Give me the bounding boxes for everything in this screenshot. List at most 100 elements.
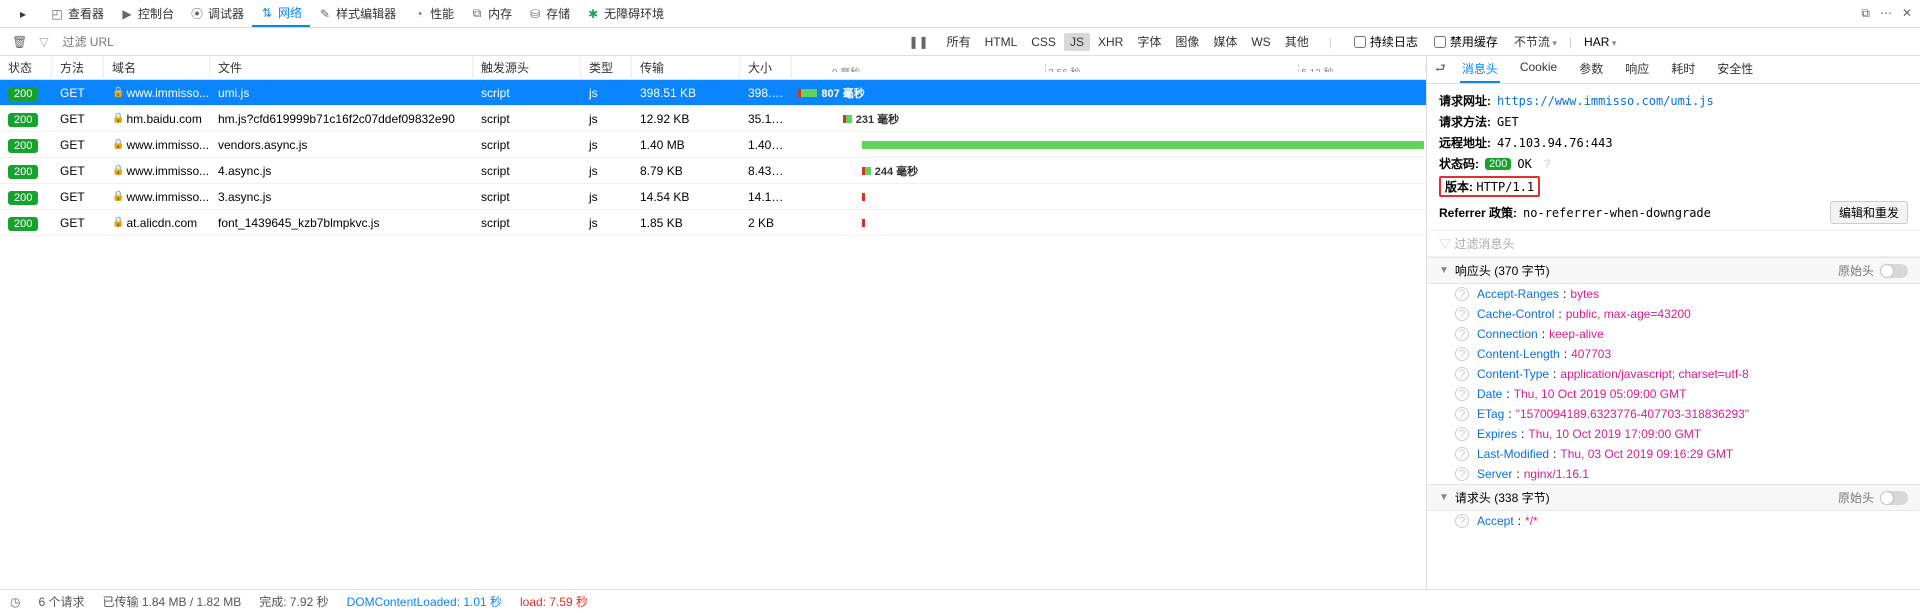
col-domain[interactable]: 域名 xyxy=(104,56,210,80)
detail-tab-消息头[interactable]: 消息头 xyxy=(1460,56,1500,83)
request-url-value: https://www.immisso.com/umi.js xyxy=(1497,94,1714,108)
help-icon[interactable]: ? xyxy=(1455,347,1469,361)
toolbar-split-icon[interactable]: ▸ xyxy=(8,3,38,25)
table-row[interactable]: 200GET🔒hm.baidu.comhm.js?cfd619999b71c16… xyxy=(0,106,1426,132)
tab-memory[interactable]: ⧉内存 xyxy=(462,0,520,27)
help-icon[interactable]: ? xyxy=(1455,287,1469,301)
filter-type-媒体[interactable]: 媒体 xyxy=(1207,31,1243,52)
filter-type-图像[interactable]: 图像 xyxy=(1169,31,1205,52)
table-header-row: 状态 方法 域名 文件 触发源头 类型 传输 大小 0 毫秒 2.56 秒 5.… xyxy=(0,56,1426,80)
persist-logs-checkbox[interactable]: 持续日志 xyxy=(1354,33,1418,50)
detail-tab-安全性[interactable]: 安全性 xyxy=(1715,56,1755,83)
help-icon[interactable]: ? xyxy=(1455,327,1469,341)
status-dcl: DOMContentLoaded: 1.01 秒 xyxy=(347,593,502,610)
style-icon: ✎ xyxy=(318,7,332,21)
col-method[interactable]: 方法 xyxy=(52,56,104,80)
col-status[interactable]: 状态 xyxy=(0,56,52,80)
request-header-item: ?Accept: */* xyxy=(1427,511,1920,531)
col-type[interactable]: 类型 xyxy=(581,56,632,80)
status-finish: 完成: 7.92 秒 xyxy=(259,593,328,610)
help-icon[interactable]: ? xyxy=(1455,514,1469,528)
close-icon[interactable]: ✕ xyxy=(1902,6,1912,21)
col-transfer[interactable]: 传输 xyxy=(632,56,740,80)
debugger-icon: ⦿ xyxy=(190,7,204,21)
clear-icon[interactable]: 🗑 xyxy=(8,33,31,51)
network-filter-bar: 🗑 ▽ ❚❚ 所有HTMLCSSJSXHR字体图像媒体WS其他 | 持续日志 禁… xyxy=(0,28,1920,56)
help-icon[interactable]: ? xyxy=(1455,387,1469,401)
tab-storage[interactable]: ⛁存储 xyxy=(520,0,578,27)
response-header-item: ?Expires: Thu, 10 Oct 2019 17:09:00 GMT xyxy=(1427,424,1920,444)
table-row[interactable]: 200GET🔒www.immisso...3.async.jsscriptjs1… xyxy=(0,184,1426,210)
filter-type-XHR[interactable]: XHR xyxy=(1092,33,1129,51)
detail-tab-参数[interactable]: 参数 xyxy=(1577,56,1605,83)
lock-icon: 🔒 xyxy=(112,165,124,176)
col-file[interactable]: 文件 xyxy=(210,56,473,80)
filter-types: 所有HTMLCSSJSXHR字体图像媒体WS其他 xyxy=(941,31,1315,52)
help-icon[interactable]: ? xyxy=(1455,447,1469,461)
remote-address-row: 远程地址:47.103.94.76:443 xyxy=(1427,132,1920,153)
table-row[interactable]: 200GET🔒at.alicdn.comfont_1439645_kzb7blm… xyxy=(0,210,1426,236)
raw-header-label-2: 原始头 xyxy=(1838,489,1874,506)
response-headers-section[interactable]: ▼响应头 (370 字节)原始头 xyxy=(1427,257,1920,284)
filter-type-所有[interactable]: 所有 xyxy=(941,31,977,52)
filter-type-字体[interactable]: 字体 xyxy=(1131,31,1167,52)
more-icon[interactable]: ⋯ xyxy=(1880,6,1892,21)
back-icon[interactable]: ⮐ xyxy=(1435,59,1446,80)
status-text: OK xyxy=(1517,157,1531,171)
raw-toggle-switch-2[interactable] xyxy=(1880,491,1908,505)
response-header-item: ?ETag: "1570094189.6323776-407703-318836… xyxy=(1427,404,1920,424)
remote-address-value: 47.103.94.76:443 xyxy=(1497,136,1613,150)
request-headers-section[interactable]: ▼请求头 (338 字节)原始头 xyxy=(1427,484,1920,511)
raw-toggle-switch[interactable] xyxy=(1880,264,1908,278)
har-menu[interactable]: HAR xyxy=(1584,35,1616,49)
referrer-row: Referrer 政策:no-referrer-when-downgrade编辑… xyxy=(1427,199,1920,226)
performance-icon: ◔ xyxy=(412,7,426,21)
help-icon[interactable]: ? xyxy=(1455,367,1469,381)
col-initiator[interactable]: 触发源头 xyxy=(473,56,581,80)
response-header-item: ?Cache-Control: public, max-age=43200 xyxy=(1427,304,1920,324)
filter-type-WS[interactable]: WS xyxy=(1245,33,1276,51)
response-header-item: ?Connection: keep-alive xyxy=(1427,324,1920,344)
help-icon[interactable]: ? xyxy=(1455,467,1469,481)
help-icon[interactable]: ? xyxy=(1455,407,1469,421)
disable-cache-checkbox[interactable]: 禁用缓存 xyxy=(1434,33,1498,50)
col-size[interactable]: 大小 xyxy=(740,56,792,80)
request-table: 状态 方法 域名 文件 触发源头 类型 传输 大小 0 毫秒 2.56 秒 5.… xyxy=(0,56,1427,589)
lock-icon: 🔒 xyxy=(112,139,124,150)
filter-type-HTML[interactable]: HTML xyxy=(979,33,1024,51)
tab-accessibility[interactable]: ✱无障碍环境 xyxy=(578,0,672,27)
filter-type-JS[interactable]: JS xyxy=(1064,33,1090,51)
filter-type-CSS[interactable]: CSS xyxy=(1025,33,1062,51)
edit-resend-button[interactable]: 编辑和重发 xyxy=(1830,201,1908,224)
filter-url-input[interactable] xyxy=(56,31,896,53)
detail-tab-Cookie[interactable]: Cookie xyxy=(1518,56,1559,83)
filter-type-其他[interactable]: 其他 xyxy=(1279,31,1315,52)
response-header-item: ?Content-Type: application/javascript; c… xyxy=(1427,364,1920,384)
version-value: HTTP/1.1 xyxy=(1476,180,1534,194)
tab-console[interactable]: ▶控制台 xyxy=(112,0,182,27)
filter-headers-input[interactable]: ▽ 过滤消息头 xyxy=(1427,230,1920,257)
reload-icon[interactable]: ◷ xyxy=(10,595,20,609)
throttle-select[interactable]: 不节流 xyxy=(1514,33,1557,50)
detail-tab-耗时[interactable]: 耗时 xyxy=(1669,56,1697,83)
status-code-row: 状态码:200OK? xyxy=(1427,153,1920,174)
referrer-value: no-referrer-when-downgrade xyxy=(1523,206,1711,220)
inspector-icon: ◰ xyxy=(50,7,64,21)
tab-performance[interactable]: ◔性能 xyxy=(404,0,462,27)
tab-debugger[interactable]: ⦿调试器 xyxy=(182,0,252,27)
table-row[interactable]: 200GET🔒www.immisso...umi.jsscriptjs398.5… xyxy=(0,80,1426,106)
responsive-icon[interactable]: ⧉ xyxy=(1861,6,1870,21)
console-icon: ▶ xyxy=(120,7,134,21)
response-header-item: ?Last-Modified: Thu, 03 Oct 2019 09:16:2… xyxy=(1427,444,1920,464)
help-icon[interactable]: ? xyxy=(1455,427,1469,441)
detail-tab-响应[interactable]: 响应 xyxy=(1623,56,1651,83)
status-help-icon[interactable]: ? xyxy=(1544,157,1551,171)
table-row[interactable]: 200GET🔒www.immisso...4.async.jsscriptjs8… xyxy=(0,158,1426,184)
tab-network[interactable]: ⇅网络 xyxy=(252,0,310,27)
tab-style[interactable]: ✎样式编辑器 xyxy=(310,0,404,27)
pause-icon[interactable]: ❚❚ xyxy=(904,33,932,51)
table-row[interactable]: 200GET🔒www.immisso...vendors.async.jsscr… xyxy=(0,132,1426,158)
tab-inspector[interactable]: ◰查看器 xyxy=(42,0,112,27)
status-requests: 6 个请求 xyxy=(38,593,84,610)
help-icon[interactable]: ? xyxy=(1455,307,1469,321)
